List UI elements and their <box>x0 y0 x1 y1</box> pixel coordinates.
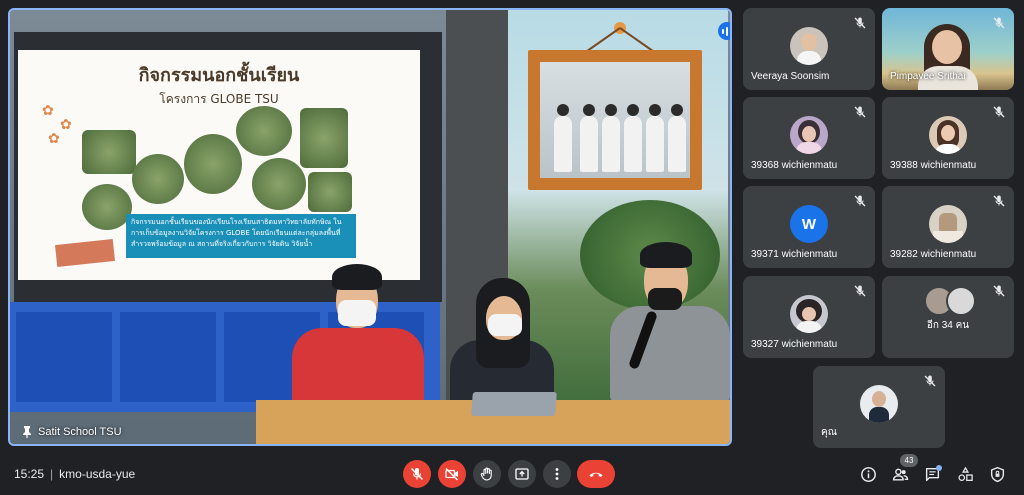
avatar <box>790 27 828 65</box>
mic-off-icon <box>993 106 1005 118</box>
presentation-slide: กิจกรรมนอกชั้นเรียน โครงการ GLOBE TSU ✿ … <box>18 50 420 280</box>
mic-toggle-button[interactable] <box>403 460 431 488</box>
hand-icon <box>480 467 492 481</box>
activity-photo <box>308 172 352 212</box>
participant-name: 39327 wichienmatu <box>751 339 838 350</box>
activities-button[interactable] <box>955 464 975 484</box>
avatar-letter: W <box>801 215 817 233</box>
host-controls-button[interactable] <box>987 464 1007 484</box>
avatar <box>929 116 967 154</box>
people-button[interactable] <box>890 464 910 484</box>
meeting-code[interactable]: kmo-usda-yue <box>59 467 135 481</box>
participant-tile[interactable]: 39327 wichienmatu <box>743 276 875 358</box>
people-icon <box>892 468 908 481</box>
more-vert-icon <box>555 468 559 480</box>
clock-time: 15:25 <box>14 467 45 481</box>
decorative-band <box>55 239 115 267</box>
participant-tile[interactable]: 39388 wichienmatu <box>882 97 1014 179</box>
presenter-name: Satit School TSU <box>38 426 122 438</box>
avatar <box>790 116 828 154</box>
camera-off-icon <box>445 467 459 481</box>
participant-name: 39371 wichienmatu <box>751 249 838 260</box>
presenter-name-label: Satit School TSU <box>22 426 122 438</box>
participant-name: Veeraya Soonsim <box>751 71 830 82</box>
participant-tile[interactable]: W 39371 wichienmatu <box>743 186 875 268</box>
flower-decoration: ✿ <box>42 102 54 118</box>
present-screen-icon <box>515 468 529 480</box>
activities-icon <box>957 466 973 481</box>
speaking-indicator-icon <box>718 22 730 40</box>
activity-photo <box>300 108 348 168</box>
shield-lock-icon <box>990 466 1004 482</box>
activity-photo <box>82 184 132 230</box>
meeting-details-button[interactable] <box>858 464 878 484</box>
hang-up-icon <box>589 472 603 478</box>
mic-off-icon <box>854 285 866 297</box>
mic-off-icon <box>854 106 866 118</box>
meeting-info: 15:25 | kmo-usda-yue <box>14 467 135 481</box>
leave-call-button[interactable] <box>577 460 615 488</box>
participant-tile[interactable]: Veeraya Soonsim <box>743 8 875 90</box>
avatar <box>860 385 898 423</box>
more-options-button[interactable] <box>543 460 571 488</box>
activity-photo <box>184 134 242 194</box>
avatar: W <box>790 205 828 243</box>
mic-off-icon <box>993 285 1005 297</box>
flower-decoration: ✿ <box>60 116 72 132</box>
unread-dot <box>936 465 942 471</box>
participant-name: 39282 wichienmatu <box>890 249 977 260</box>
group-photo <box>540 62 690 178</box>
avatar <box>790 295 828 333</box>
avatar <box>929 205 967 243</box>
participant-tile[interactable]: 39282 wichienmatu <box>882 186 1014 268</box>
others-avatars <box>924 286 976 316</box>
activity-photo <box>82 130 136 174</box>
participant-name: Pimpavee Srithai <box>890 71 966 82</box>
present-button[interactable] <box>508 460 536 488</box>
mic-off-icon <box>993 17 1005 29</box>
raise-hand-button[interactable] <box>473 460 501 488</box>
activity-photo <box>132 154 184 204</box>
slide-title: กิจกรรมนอกชั้นเรียน <box>138 65 300 86</box>
slide-subtitle: โครงการ GLOBE TSU <box>159 92 279 106</box>
mic-off-icon <box>854 17 866 29</box>
bottom-control-bar: 15:25 | kmo-usda-yue 43 <box>0 452 1024 495</box>
participant-name: 39368 wichienmatu <box>751 160 838 171</box>
participant-tile[interactable]: Pimpavee Srithai <box>882 8 1014 90</box>
mic-off-icon <box>924 375 936 387</box>
mic-off-icon <box>410 467 424 481</box>
activity-photo <box>236 106 292 156</box>
mic-off-icon <box>993 195 1005 207</box>
participant-name: คุณ <box>821 427 837 438</box>
others-tile[interactable]: อีก 34 คน <box>882 276 1014 358</box>
camera-toggle-button[interactable] <box>438 460 466 488</box>
self-tile[interactable]: คุณ <box>813 366 945 448</box>
main-video-tile[interactable]: กิจกรรมนอกชั้นเรียน โครงการ GLOBE TSU ✿ … <box>8 8 732 446</box>
others-count-label: อีก 34 คน <box>926 320 970 331</box>
participant-tile[interactable]: 39368 wichienmatu <box>743 97 875 179</box>
divider: | <box>50 467 54 481</box>
mic-off-icon <box>854 195 866 207</box>
laptop <box>471 392 557 416</box>
framed-photo <box>528 50 702 190</box>
slide-caption: กิจกรรมนอกชั้นเรียนของนักเรียนโรงเรียนสา… <box>126 214 356 258</box>
pin-icon[interactable] <box>22 426 32 438</box>
activity-photo <box>252 158 306 210</box>
participant-name: 39388 wichienmatu <box>890 160 977 171</box>
flower-decoration: ✿ <box>48 130 60 146</box>
info-icon <box>860 466 876 482</box>
